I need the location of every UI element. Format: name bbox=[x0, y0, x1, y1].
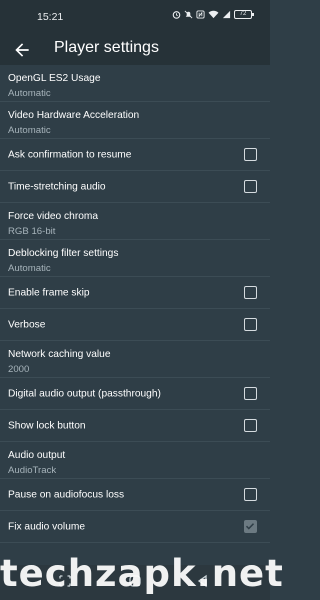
setting-network-caching-value[interactable]: Network caching value 2000 bbox=[0, 341, 270, 378]
checkbox[interactable] bbox=[244, 488, 257, 501]
setting-enable-frame-skip[interactable]: Enable frame skip bbox=[0, 277, 270, 309]
setting-label: OpenGL ES2 Usage bbox=[8, 73, 101, 84]
setting-pause-on-audiofocus-loss[interactable]: Pause on audiofocus loss bbox=[0, 479, 270, 511]
setting-show-lock-button[interactable]: Show lock button bbox=[0, 410, 270, 442]
checkmark-icon bbox=[245, 523, 255, 530]
setting-label: Time-stretching audio bbox=[8, 181, 106, 192]
silent-icon bbox=[184, 10, 193, 19]
setting-label: Enable frame skip bbox=[8, 287, 90, 298]
checkbox[interactable] bbox=[244, 318, 257, 331]
setting-label: Deblocking filter settings bbox=[8, 248, 119, 259]
checkbox-checked[interactable] bbox=[244, 520, 257, 533]
signal-icon bbox=[222, 10, 231, 19]
setting-video-hardware-acceleration[interactable]: Video Hardware Acceleration Automatic bbox=[0, 102, 270, 139]
setting-verbose[interactable]: Verbose bbox=[0, 309, 270, 341]
setting-time-stretching-audio[interactable]: Time-stretching audio bbox=[0, 171, 270, 203]
status-time: 15:21 bbox=[37, 11, 64, 23]
setting-force-video-chroma[interactable]: Force video chroma RGB 16-bit bbox=[0, 203, 270, 240]
setting-label: Force video chroma bbox=[8, 211, 99, 222]
app-bar: Player settings bbox=[0, 34, 270, 65]
setting-opengl-es2-usage[interactable]: OpenGL ES2 Usage Automatic bbox=[0, 65, 270, 102]
setting-deblocking-filter-settings[interactable]: Deblocking filter settings Automatic bbox=[0, 240, 270, 277]
setting-label: Pause on audiofocus loss bbox=[8, 489, 125, 500]
setting-ask-confirmation-to-resume[interactable]: Ask confirmation to resume bbox=[0, 139, 270, 171]
watermark: techzapk.net bbox=[0, 552, 284, 595]
setting-label: Fix audio volume bbox=[8, 521, 86, 532]
setting-fix-audio-volume[interactable]: Fix audio volume bbox=[0, 511, 270, 543]
nfc-icon bbox=[196, 10, 205, 19]
settings-list: OpenGL ES2 Usage Automatic Video Hardwar… bbox=[0, 65, 270, 543]
checkbox[interactable] bbox=[244, 180, 257, 193]
checkbox[interactable] bbox=[244, 286, 257, 299]
setting-value: 2000 bbox=[8, 364, 30, 375]
setting-label: Video Hardware Acceleration bbox=[8, 110, 140, 121]
setting-label: Network caching value bbox=[8, 349, 111, 360]
setting-value: Automatic bbox=[8, 88, 51, 99]
setting-label: Audio output bbox=[8, 450, 66, 461]
battery-icon: 72 bbox=[234, 10, 254, 19]
setting-label: Ask confirmation to resume bbox=[8, 149, 132, 160]
setting-label: Verbose bbox=[8, 319, 46, 330]
status-icons: 72 bbox=[172, 10, 254, 19]
setting-value: Automatic bbox=[8, 125, 51, 136]
arrow-back-icon[interactable] bbox=[12, 40, 32, 60]
setting-label: Show lock button bbox=[8, 420, 86, 431]
setting-value: AudioTrack bbox=[8, 465, 57, 476]
setting-label: Digital audio output (passthrough) bbox=[8, 388, 161, 399]
setting-digital-audio-output[interactable]: Digital audio output (passthrough) bbox=[0, 378, 270, 410]
checkbox[interactable] bbox=[244, 387, 257, 400]
status-bar: 15:21 72 bbox=[0, 0, 270, 34]
checkbox[interactable] bbox=[244, 148, 257, 161]
wifi-icon bbox=[208, 10, 219, 19]
setting-audio-output[interactable]: Audio output AudioTrack bbox=[0, 442, 270, 479]
alarm-icon bbox=[172, 11, 181, 19]
setting-value: RGB 16-bit bbox=[8, 226, 56, 237]
page-title: Player settings bbox=[54, 39, 159, 56]
setting-value: Automatic bbox=[8, 263, 51, 274]
checkbox[interactable] bbox=[244, 419, 257, 432]
